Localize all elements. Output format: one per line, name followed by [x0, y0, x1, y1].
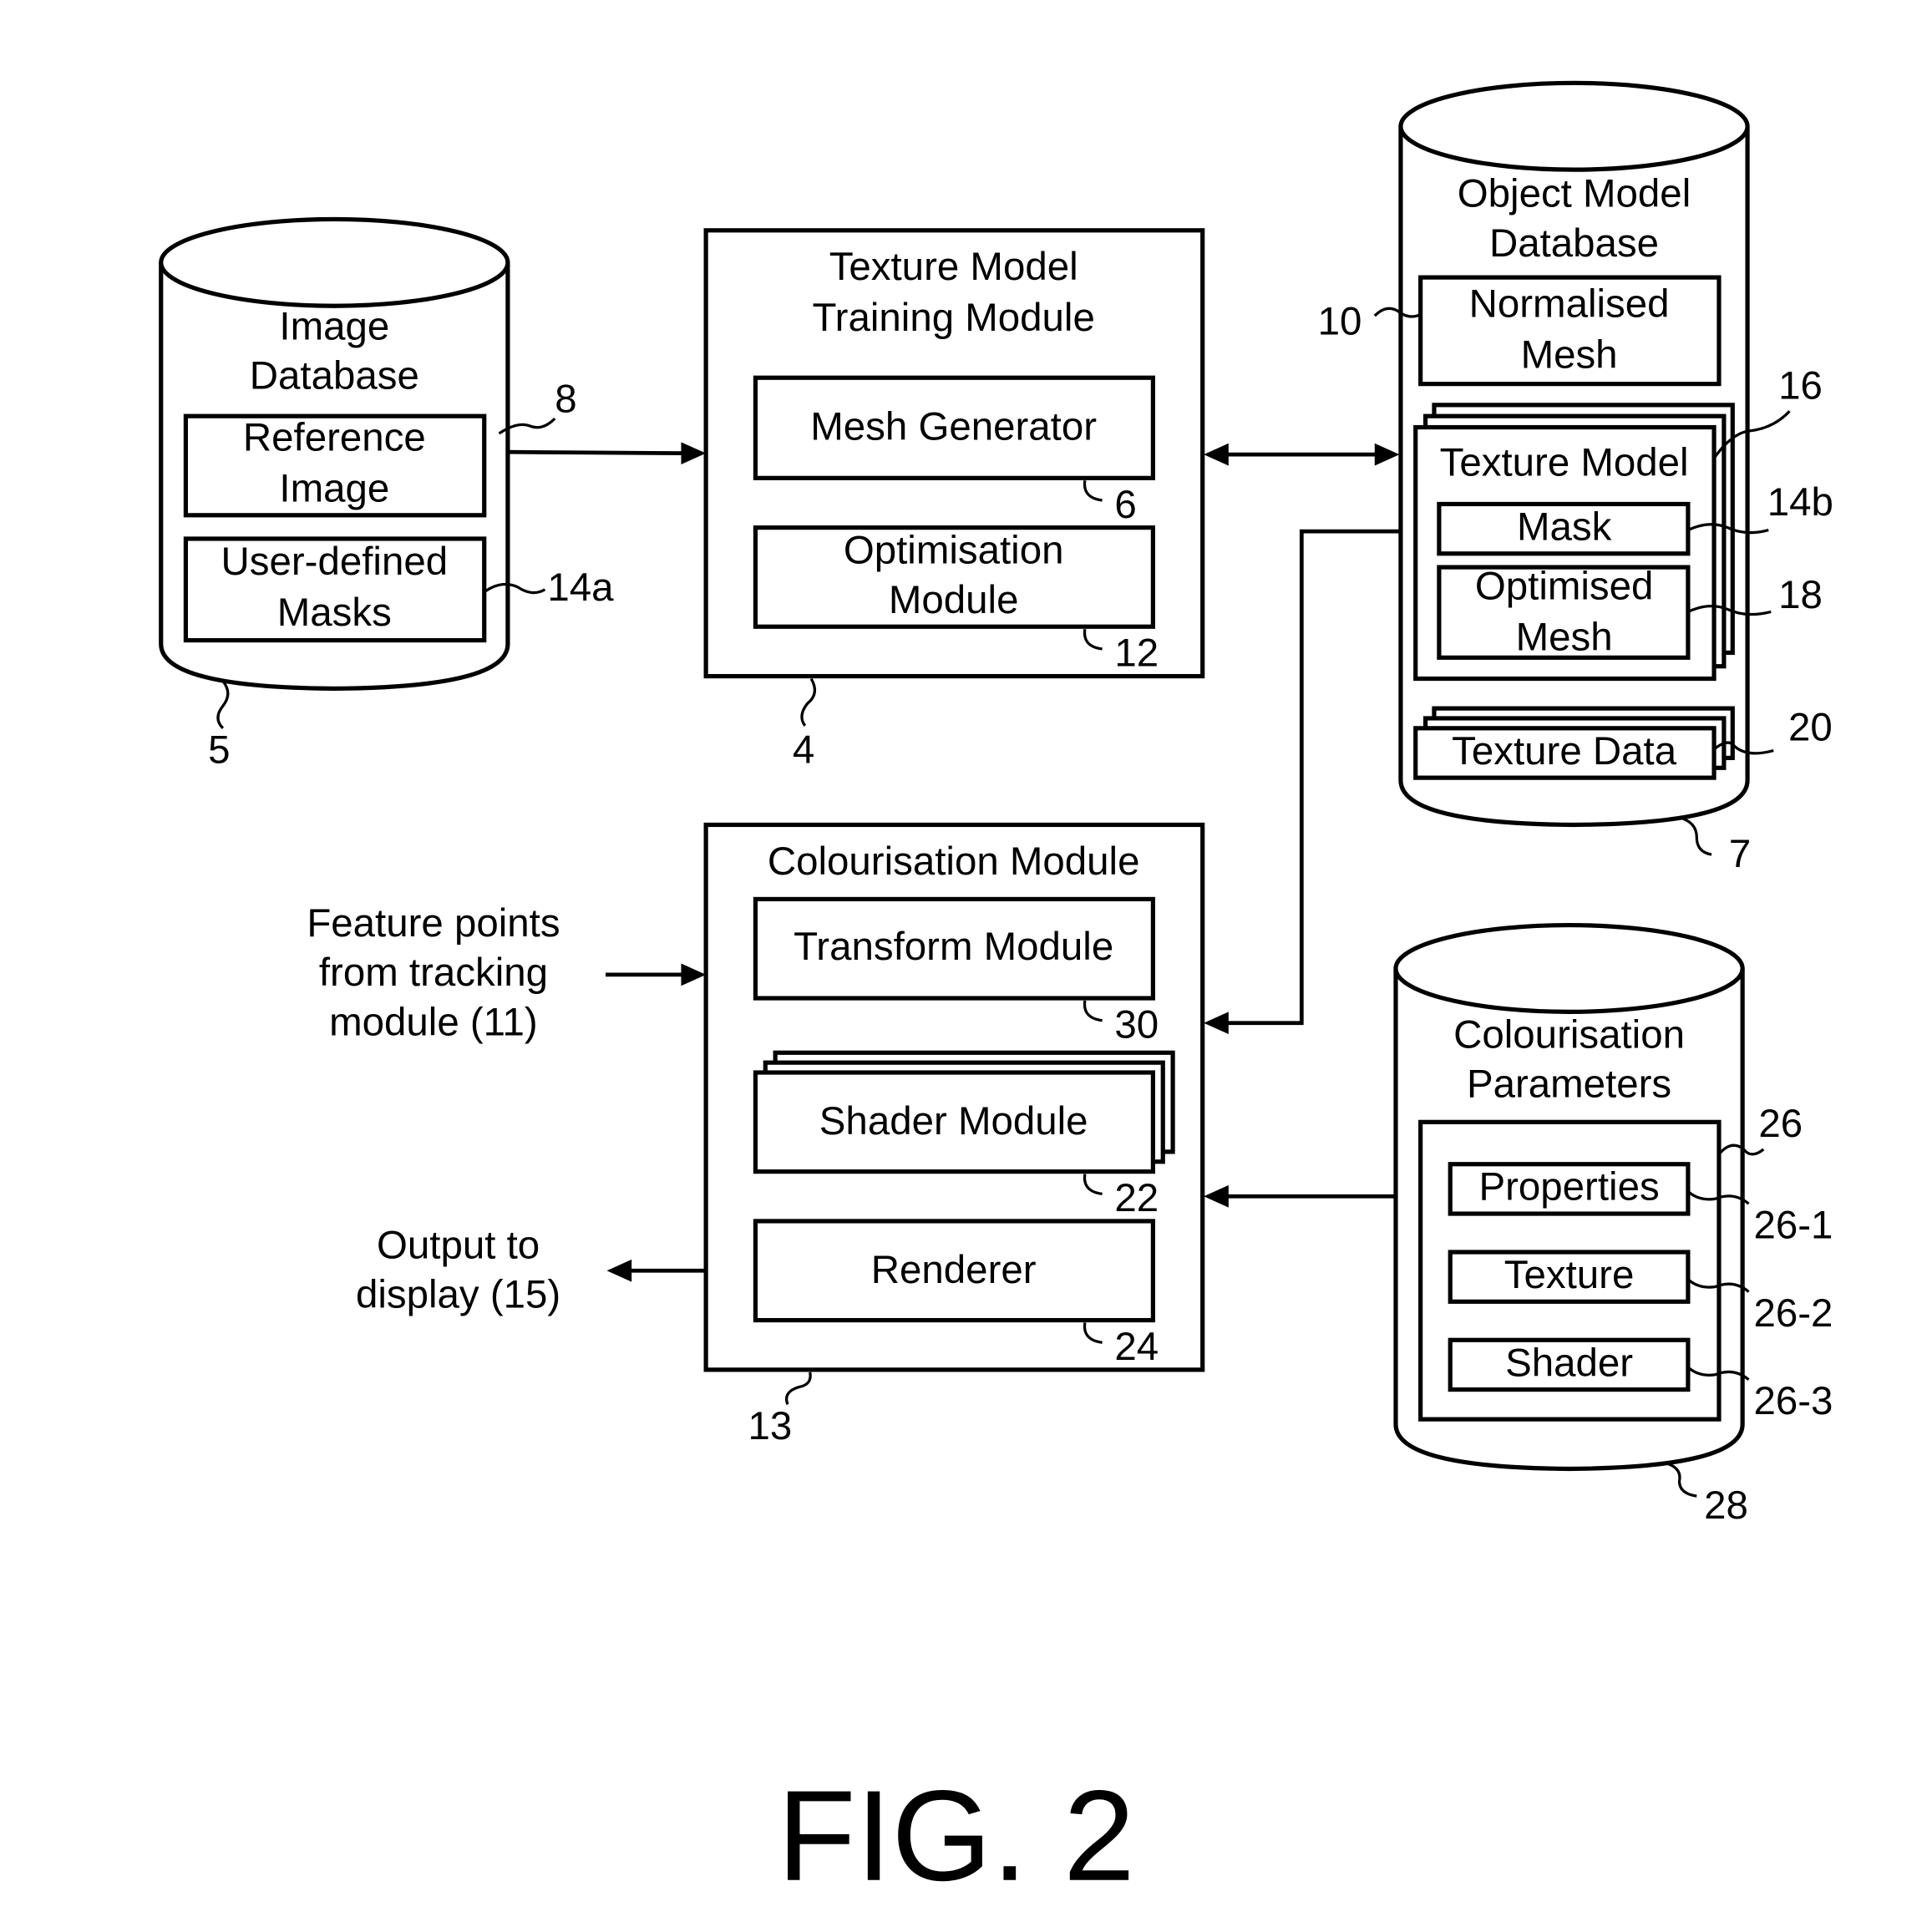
ref-12: 12 [1114, 631, 1159, 676]
training-module: Texture Model Training Module Mesh Gener… [703, 228, 1205, 772]
transform-module-label: Transform Module [794, 925, 1113, 969]
optimisation-module-label-2: Module [889, 578, 1019, 622]
training-module-title-1: Texture Model [829, 245, 1078, 289]
ref-20: 20 [1788, 706, 1833, 750]
arrowhead-icon [1374, 443, 1400, 466]
texture-model-label: Texture Model [1440, 440, 1689, 484]
arrowhead-icon [1204, 443, 1229, 466]
user-masks-label-2: Masks [277, 591, 392, 635]
ref-26: 26 [1758, 1102, 1803, 1146]
optimisation-module-label-1: Optimisation [844, 529, 1064, 573]
figure-caption: FIG. 2 [777, 1763, 1134, 1908]
arrowhead-icon [606, 1259, 632, 1282]
leader-5 [216, 680, 230, 729]
ref-14b: 14b [1767, 480, 1833, 525]
leader-28 [1667, 1463, 1697, 1498]
optimised-mesh-label-1: Optimised [1475, 565, 1654, 609]
ref-7: 7 [1729, 832, 1751, 876]
ref-22: 22 [1114, 1176, 1159, 1220]
object-db-top [1398, 80, 1750, 172]
ref-28: 28 [1704, 1483, 1748, 1528]
image-db-title-2: Database [250, 354, 419, 398]
ref-26-2: 26-2 [1753, 1291, 1833, 1336]
properties-label: Properties [1478, 1165, 1659, 1209]
renderer-label: Renderer [871, 1248, 1037, 1292]
ref-18: 18 [1778, 573, 1823, 617]
ref-10: 10 [1318, 299, 1362, 343]
colourisation-module: Colourisation Module Transform Module 30… [703, 822, 1205, 1448]
user-masks-label-1: User-defined [221, 540, 449, 584]
feature-points-label-3: module (11) [329, 1001, 538, 1045]
colourisation-parameters-db: Colourisation Parameters 26 Properties 2… [1393, 922, 1833, 1528]
leader-7 [1679, 816, 1712, 856]
ref-4: 4 [793, 728, 814, 772]
training-module-title-2: Training Module [812, 296, 1094, 340]
ref-26-3: 26-3 [1753, 1379, 1833, 1423]
normalised-mesh-label-1: Normalised [1469, 282, 1670, 327]
object-model-database: Object Model Database Normalised Mesh 10… [1318, 80, 1833, 876]
reference-image-label-1: Reference [243, 416, 426, 460]
texture-param-label: Texture [1504, 1253, 1635, 1297]
ref-5: 5 [208, 728, 230, 772]
image-db-title-1: Image [279, 304, 389, 348]
ref-14a: 14a [547, 565, 614, 610]
arrow-objectdb-to-transform [1225, 529, 1401, 1026]
arrow-db-to-training [507, 449, 684, 456]
output-label-1: Output to [377, 1223, 540, 1267]
leader-4 [800, 677, 817, 727]
normalised-mesh-label-2: Mesh [1521, 332, 1618, 377]
texture-data-label: Texture Data [1452, 729, 1677, 773]
ref-6: 6 [1114, 483, 1136, 527]
object-db-title-1: Object Model [1458, 172, 1691, 216]
params-db-title-2: Parameters [1467, 1062, 1671, 1107]
ref-16: 16 [1778, 363, 1823, 408]
optimised-mesh-label-2: Mesh [1516, 615, 1613, 659]
shader-module-label: Shader Module [819, 1099, 1088, 1143]
reference-image-label-2: Image [279, 466, 389, 510]
ref-13: 13 [748, 1404, 793, 1448]
ref-26-1: 26-1 [1753, 1204, 1833, 1248]
arrowhead-icon [1204, 1184, 1229, 1208]
params-db-top [1393, 922, 1745, 1014]
object-db-title-2: Database [1489, 221, 1659, 266]
feature-points-label-2: from tracking [319, 951, 548, 995]
mask-label: Mask [1517, 505, 1612, 549]
ref-30: 30 [1114, 1002, 1159, 1047]
arrowhead-icon [681, 442, 707, 465]
image-database: Image Database Reference Image User-defi… [159, 216, 614, 772]
arrowhead-icon [681, 963, 707, 986]
feature-points-label-1: Feature points [307, 901, 560, 946]
params-db-title-1: Colourisation [1453, 1012, 1685, 1057]
shader-param-label: Shader [1505, 1341, 1633, 1385]
image-db-top [159, 216, 510, 308]
leader-13 [784, 1372, 812, 1405]
colourisation-module-title: Colourisation Module [768, 839, 1140, 884]
fig2-diagram: Image Database Reference Image User-defi… [159, 80, 1833, 1908]
ref-8: 8 [555, 378, 576, 422]
arrowhead-icon [1204, 1012, 1229, 1035]
mesh-generator-label: Mesh Generator [810, 404, 1097, 449]
output-label-2: display (15) [356, 1273, 560, 1317]
ref-24: 24 [1114, 1325, 1159, 1369]
